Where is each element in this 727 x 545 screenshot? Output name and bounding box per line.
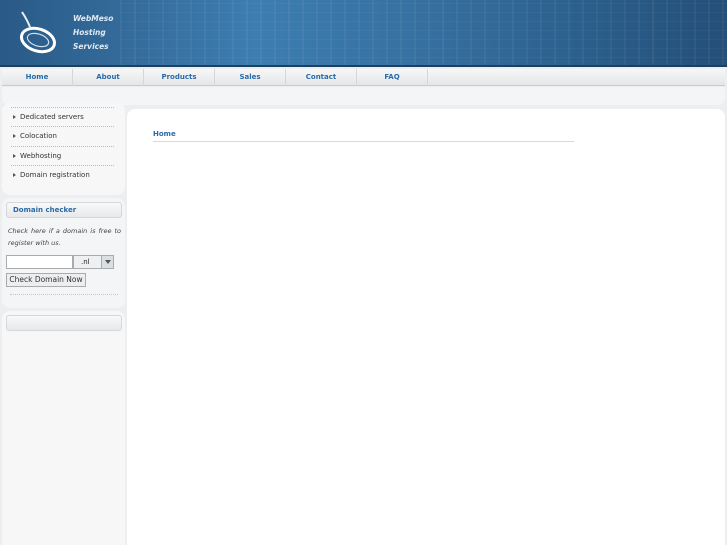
tld-selected-value: .nl xyxy=(81,258,90,266)
sidebar-item-domain-registration[interactable]: Domain registration xyxy=(11,165,114,184)
check-domain-button[interactable]: Check Domain Now xyxy=(6,273,86,287)
domain-input[interactable] xyxy=(6,255,73,269)
brand-line-2: Hosting xyxy=(73,28,106,37)
domain-checker-panel: Domain checker Check here if a domain is… xyxy=(2,198,125,308)
nav-item-home[interactable]: Home xyxy=(2,69,73,86)
nav-item-faq[interactable]: FAQ xyxy=(357,69,428,86)
sidebar-item-label: Colocation xyxy=(20,132,57,140)
breadcrumb[interactable]: Home xyxy=(153,130,574,142)
sidebar-item-colocation[interactable]: Colocation xyxy=(11,126,114,145)
nav-item-sales[interactable]: Sales xyxy=(215,69,286,86)
arrow-right-icon xyxy=(13,173,16,177)
site-header: WebMeso Hosting Services xyxy=(0,0,727,67)
sidebar-empty-panel xyxy=(2,311,125,545)
nav-item-products[interactable]: Products xyxy=(144,69,215,86)
brand-line-3: Services xyxy=(73,42,109,51)
domain-checker-description: Check here if a domain is free to regist… xyxy=(8,227,121,247)
brand-line-1: WebMeso xyxy=(73,14,114,23)
nav-item-about[interactable]: About xyxy=(73,69,144,86)
sidebar-item-label: Domain registration xyxy=(20,171,90,179)
empty-panel-title xyxy=(6,315,122,331)
mouse-icon[interactable] xyxy=(14,10,58,56)
main-content: Home xyxy=(127,109,725,545)
arrow-right-icon xyxy=(13,134,16,138)
arrow-right-icon xyxy=(13,154,16,158)
header-background-pattern xyxy=(120,0,727,65)
sidebar-item-label: Webhosting xyxy=(20,152,62,160)
nav-item-contact[interactable]: Contact xyxy=(286,69,357,86)
tld-select[interactable]: .nl xyxy=(73,255,114,269)
sidebar-item-label: Dedicated servers xyxy=(20,113,84,121)
chevron-down-icon[interactable] xyxy=(101,256,113,268)
main-nav: Home About Products Sales Contact FAQ xyxy=(2,69,725,86)
arrow-right-icon xyxy=(13,115,16,119)
domain-checker-title: Domain checker xyxy=(6,202,122,218)
divider xyxy=(10,294,118,295)
sidebar-item-webhosting[interactable]: Webhosting xyxy=(11,146,114,165)
brand-name[interactable]: WebMeso Hosting Services xyxy=(73,12,143,54)
sidebar-item-dedicated-servers[interactable]: Dedicated servers xyxy=(11,107,114,126)
sidebar-menu: Dedicated servers Colocation Webhosting … xyxy=(2,103,125,195)
